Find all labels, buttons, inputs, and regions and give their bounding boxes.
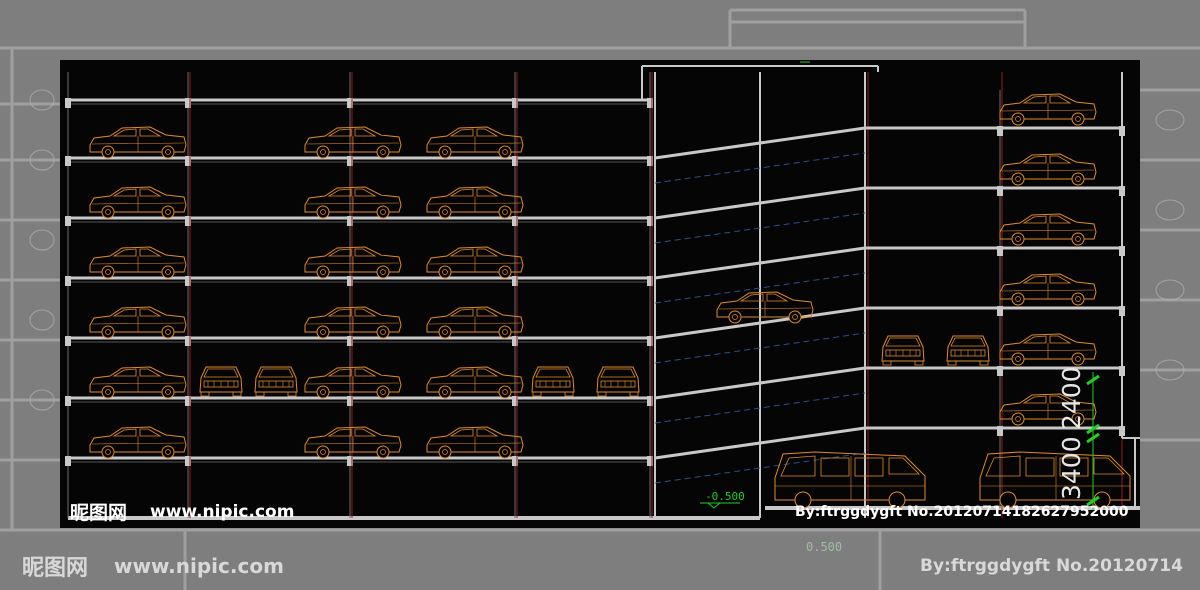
watermark-logo-outer: 昵图网 — [22, 556, 89, 581]
dimension-line: 2400 3400 — [1057, 366, 1100, 510]
sedan-car — [89, 126, 187, 159]
sedan-car — [89, 186, 187, 219]
column — [65, 456, 71, 466]
watermark-url-outer: www.nipic.com — [114, 554, 284, 578]
column — [997, 306, 1003, 316]
sedan-car — [999, 273, 1097, 306]
column — [997, 426, 1003, 436]
ramp-sedan-car — [716, 291, 814, 324]
column — [65, 276, 71, 286]
watermark-url: www.nipic.com — [150, 502, 295, 522]
front-car — [531, 366, 575, 397]
sedan-car — [426, 426, 524, 459]
column — [997, 246, 1003, 256]
sedan-car — [304, 186, 402, 219]
column — [997, 126, 1003, 136]
column — [997, 186, 1003, 196]
column — [1119, 126, 1125, 136]
column — [1119, 426, 1125, 436]
column — [65, 216, 71, 226]
sedan-car — [304, 426, 402, 459]
sedan-car — [999, 333, 1097, 366]
sedan-car — [304, 246, 402, 279]
dimension-upper: 2400 — [1057, 366, 1086, 430]
sedan-car — [426, 246, 524, 279]
watermark-logo: 昵图网 — [70, 502, 128, 524]
sedan-car — [426, 186, 524, 219]
sedan-car — [89, 366, 187, 399]
sedan-car — [999, 213, 1097, 246]
watermark-author-outer: By:ftrggdygft No.20120714 — [920, 556, 1183, 576]
sedan-car — [89, 306, 187, 339]
sedan-car — [426, 126, 524, 159]
front-car — [254, 366, 298, 397]
column — [65, 156, 71, 166]
front-car — [946, 335, 990, 366]
column — [65, 396, 71, 406]
sedan-car — [304, 366, 402, 399]
front-car — [199, 366, 243, 397]
elevation-label: -0.500 — [705, 490, 745, 503]
sedan-car — [426, 366, 524, 399]
parking-garage-section-drawing: -0.500 2400 3400 — [60, 60, 1140, 528]
column — [1119, 366, 1125, 376]
front-car — [596, 366, 640, 397]
column — [65, 98, 71, 108]
sedan-car — [304, 306, 402, 339]
dimension-lower: 3400 — [1057, 436, 1086, 500]
sedan-car — [89, 426, 187, 459]
sedan-car — [426, 306, 524, 339]
elevation-marker: -0.500 — [700, 490, 745, 509]
column — [65, 336, 71, 346]
front-car — [881, 335, 925, 366]
sedan-car — [304, 126, 402, 159]
sedan-car — [999, 93, 1097, 126]
sedan-car — [999, 153, 1097, 186]
column — [1119, 186, 1125, 196]
van-vehicle — [774, 451, 926, 509]
column — [1119, 306, 1125, 316]
background-elevation-label: 0.500 — [806, 540, 843, 554]
column — [1119, 246, 1125, 256]
column — [997, 366, 1003, 376]
sedan-car — [89, 246, 187, 279]
watermark-author: By:ftrggdygft No.20120714182627952000 — [795, 504, 1129, 520]
